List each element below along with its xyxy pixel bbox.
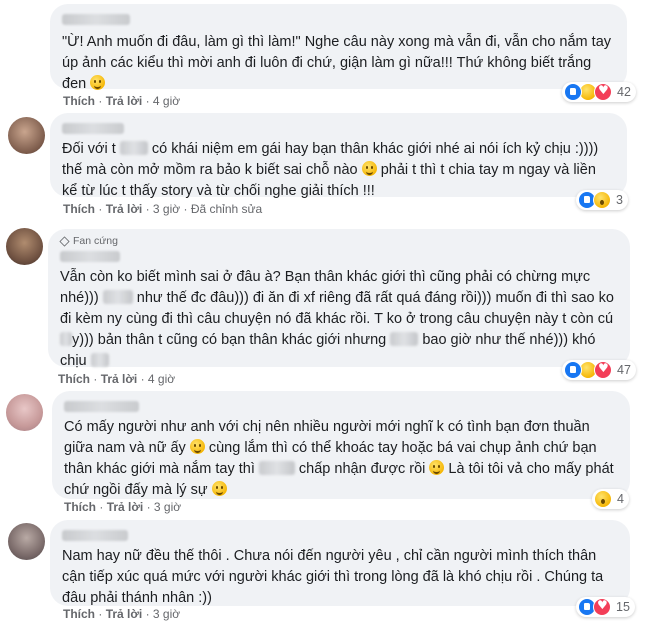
love-icon	[593, 598, 611, 616]
love-icon	[594, 83, 612, 101]
sweat-smile-emoji-icon	[189, 439, 205, 454]
reaction-summary[interactable]: 42	[562, 82, 636, 102]
wow-icon	[594, 490, 612, 508]
timestamp[interactable]: 4 giờ	[153, 94, 180, 108]
avatar[interactable]	[8, 117, 45, 154]
avatar[interactable]	[6, 228, 43, 265]
comment-text: Có mấy người như anh với chị nên nhiều n…	[64, 419, 614, 498]
sweat-smile-emoji-icon	[211, 481, 227, 496]
like-link[interactable]: Thích	[58, 372, 90, 386]
author-name[interactable]	[64, 401, 139, 412]
reaction-count: 15	[616, 600, 630, 614]
author-name[interactable]	[60, 251, 120, 262]
timestamp[interactable]: 3 giờ	[153, 202, 180, 216]
reply-link[interactable]: Trả lời	[107, 500, 144, 514]
reaction-count: 42	[617, 85, 631, 99]
top-fan-badge: Fan cứng	[59, 235, 618, 247]
comment-actions: Thích · Trả lời · 3 giờ	[64, 500, 182, 514]
author-name[interactable]	[62, 14, 130, 25]
comment-bubble: Fan cứng Vẫn còn ko biết mình sai ở đâu …	[48, 229, 630, 369]
redacted-text	[258, 461, 295, 475]
reply-link[interactable]: Trả lời	[106, 607, 143, 621]
reply-link[interactable]: Trả lời	[106, 94, 143, 108]
comment-text: "Ừ! Anh muốn đi đâu, làm gì thì làm!" Ng…	[62, 34, 612, 92]
comment-actions: Thích · Trả lời · 3 giờ · Đã chỉnh sửa	[63, 202, 263, 216]
diamond-icon	[59, 235, 70, 247]
redacted-text	[390, 332, 419, 346]
author-name[interactable]	[62, 123, 124, 134]
reaction-summary[interactable]: 15	[576, 597, 635, 617]
timestamp[interactable]: 3 giờ	[154, 500, 181, 514]
comment-actions: Thích · Trả lời · 4 giờ	[63, 94, 181, 108]
sweat-smile-emoji-icon	[429, 460, 445, 475]
smile-emoji-icon	[361, 161, 377, 176]
timestamp[interactable]: 4 giờ	[148, 372, 175, 386]
avatar[interactable]	[8, 523, 45, 560]
comment-bubble: "Ừ! Anh muốn đi đâu, làm gì thì làm!" Ng…	[50, 4, 627, 92]
redacted-text	[60, 332, 72, 346]
reaction-count: 47	[617, 363, 631, 377]
reaction-summary[interactable]: 47	[562, 360, 636, 380]
like-link[interactable]: Thích	[64, 500, 96, 514]
comment-text: Đối với t có khái niệm em gái hay bạn th…	[62, 141, 599, 199]
reaction-summary[interactable]: 4	[592, 489, 629, 509]
timestamp[interactable]: 3 giờ	[153, 607, 180, 621]
comment-bubble: Có mấy người như anh với chị nên nhiều n…	[52, 391, 630, 499]
redacted-text	[102, 290, 133, 304]
reaction-count: 3	[616, 193, 623, 207]
smile-emoji-icon	[90, 75, 106, 90]
comment-text: Nam hay nữ đều thế thôi . Chưa nói đến n…	[62, 548, 604, 606]
reaction-count: 4	[617, 492, 624, 506]
comment-actions: Thích · Trả lời · 4 giờ	[58, 372, 176, 386]
reply-link[interactable]: Trả lời	[106, 202, 143, 216]
author-name[interactable]	[62, 530, 128, 541]
like-icon	[564, 361, 582, 379]
redacted-text	[119, 141, 148, 155]
comment-actions: Thích · Trả lời · 3 giờ	[63, 607, 181, 621]
love-icon	[594, 361, 612, 379]
reaction-summary[interactable]: 3	[576, 190, 628, 210]
wow-icon	[593, 191, 611, 209]
comment-text: Vẫn còn ko biết mình sai ở đâu à? Bạn th…	[60, 269, 614, 369]
edited-label[interactable]: Đã chỉnh sửa	[191, 202, 262, 216]
like-icon	[564, 83, 582, 101]
comment-bubble: Nam hay nữ đều thế thôi . Chưa nói đến n…	[50, 520, 630, 606]
reply-link[interactable]: Trả lời	[101, 372, 138, 386]
avatar[interactable]	[6, 394, 43, 431]
like-link[interactable]: Thích	[63, 607, 95, 621]
like-link[interactable]: Thích	[63, 202, 95, 216]
comment-bubble: Đối với t có khái niệm em gái hay bạn th…	[50, 113, 627, 199]
redacted-text	[90, 353, 109, 367]
like-link[interactable]: Thích	[63, 94, 95, 108]
